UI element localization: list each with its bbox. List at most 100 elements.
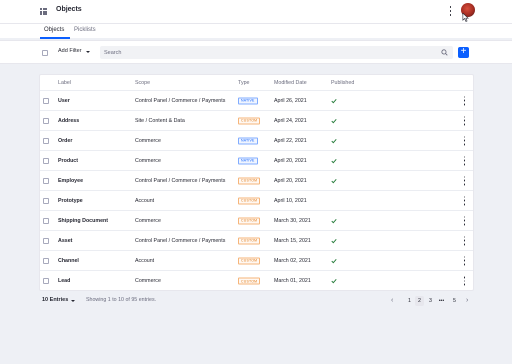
published-check-icon <box>331 138 337 144</box>
row-actions-icon[interactable] <box>463 276 466 286</box>
modified-date: April 20, 2021 <box>274 177 307 184</box>
chevron-right-icon[interactable]: › <box>466 297 468 305</box>
type-badge: CUSTOM <box>238 117 261 124</box>
mouse-pointer-icon <box>462 13 469 22</box>
object-label[interactable]: Lead <box>58 278 70 284</box>
row-actions-icon[interactable] <box>463 156 466 165</box>
object-label[interactable]: Product <box>58 158 78 164</box>
row-actions-icon[interactable] <box>463 116 466 125</box>
row-actions-icon[interactable] <box>463 196 466 205</box>
object-label[interactable]: Address <box>58 118 79 124</box>
row-actions-icon[interactable] <box>463 216 466 225</box>
chevron-down-icon <box>71 299 75 302</box>
row-checkbox[interactable] <box>43 217 49 224</box>
row-checkbox[interactable] <box>43 97 49 104</box>
header-modified-date[interactable]: Modified Date <box>274 80 307 86</box>
object-scope: Site / Content & Data <box>135 117 185 124</box>
page-1-button[interactable]: 1 <box>405 296 414 306</box>
object-label[interactable]: Employee <box>58 178 83 184</box>
table-row[interactable]: Product Commerce NATIVE April 20, 2021 <box>40 151 473 171</box>
table-row[interactable]: Employee Control Panel / Commerce / Payme… <box>40 171 473 191</box>
search-icon[interactable] <box>441 49 448 56</box>
row-actions-icon[interactable] <box>463 96 466 105</box>
object-scope: Control Panel / Commerce / Payments <box>135 177 226 184</box>
published-check-icon <box>331 98 337 104</box>
modified-date: March 01, 2021 <box>274 278 311 284</box>
header-scope[interactable]: Scope <box>135 80 150 86</box>
page-5-button[interactable]: 5 <box>450 296 459 306</box>
object-label[interactable]: Asset <box>58 238 72 244</box>
active-tab-indicator <box>40 37 70 39</box>
row-checkbox[interactable] <box>43 237 49 244</box>
page-3-button[interactable]: 3 <box>426 296 435 306</box>
object-scope: Commerce <box>135 278 161 284</box>
add-object-button[interactable]: + <box>458 47 469 58</box>
modified-date: March 30, 2021 <box>274 217 311 224</box>
add-filter-button[interactable]: Add Filter <box>58 48 82 54</box>
header-type[interactable]: Type <box>238 80 249 86</box>
tab-picklists[interactable]: Picklists <box>74 27 96 33</box>
type-badge: CUSTOM <box>238 197 261 204</box>
row-actions-icon[interactable] <box>463 136 466 145</box>
object-scope: Commerce <box>135 137 161 144</box>
table-row[interactable]: Address Site / Content & Data CUSTOM April … <box>40 111 473 131</box>
modified-date: April 20, 2021 <box>274 157 307 164</box>
type-badge: CUSTOM <box>238 237 261 244</box>
object-label[interactable]: Shipping Document <box>58 218 108 224</box>
published-check-icon <box>331 278 337 284</box>
table-row[interactable]: Channel Account CUSTOM March 02, 2021 <box>40 251 473 271</box>
object-label[interactable]: Order <box>58 138 72 144</box>
table-header-row: Label Scope Type Modified Date Published <box>40 75 473 91</box>
select-all-checkbox[interactable] <box>42 50 48 56</box>
table-row[interactable]: Lead Commerce CUSTOM March 01, 2021 <box>40 271 473 291</box>
page-title: Objects <box>56 6 82 13</box>
modified-date: April 26, 2021 <box>274 97 307 104</box>
row-actions-icon[interactable] <box>463 176 466 185</box>
management-toolbar: Add Filter + <box>0 40 512 64</box>
object-label[interactable]: User <box>58 98 70 104</box>
tab-objects[interactable]: Objects <box>44 27 64 33</box>
modified-date: April 10, 2021 <box>274 197 307 204</box>
object-scope: Commerce <box>135 217 161 224</box>
object-label[interactable]: Prototype <box>58 198 83 204</box>
header-label[interactable]: Label <box>58 80 71 86</box>
type-badge-label: CUSTOM <box>238 217 261 224</box>
row-checkbox[interactable] <box>43 117 49 124</box>
object-scope: Control Panel / Commerce / Payments <box>135 237 226 244</box>
modified-date: March 15, 2021 <box>274 237 311 244</box>
header-published[interactable]: Published <box>331 80 354 86</box>
object-scope: Account <box>135 257 155 264</box>
type-badge: CUSTOM <box>238 277 261 285</box>
type-badge-label: CUSTOM <box>238 197 261 204</box>
table-row[interactable]: Prototype Account CUSTOM April 10, 2021 <box>40 191 473 211</box>
chevron-left-icon[interactable]: ‹ <box>391 297 393 305</box>
modified-date: April 22, 2021 <box>274 137 307 144</box>
row-actions-icon[interactable] <box>463 236 466 245</box>
type-badge-label: CUSTOM <box>238 117 261 124</box>
table-row[interactable]: User Control Panel / Commerce / Payments N… <box>40 91 473 111</box>
row-checkbox[interactable] <box>43 137 49 144</box>
tab-bar: Objects Picklists <box>0 24 512 38</box>
search-input[interactable] <box>104 48 424 57</box>
page-2-button[interactable]: 2 <box>415 296 424 306</box>
search-bar <box>100 46 453 59</box>
row-checkbox[interactable] <box>43 157 49 164</box>
row-checkbox[interactable] <box>43 177 49 184</box>
table-row[interactable]: Asset Control Panel / Commerce / Payments… <box>40 231 473 251</box>
pagination-ellipsis[interactable]: ••• <box>437 296 446 306</box>
row-actions-icon[interactable] <box>463 256 466 265</box>
apps-grid-icon[interactable] <box>40 8 47 15</box>
object-label[interactable]: Channel <box>58 258 79 264</box>
table-row[interactable]: Order Commerce NATIVE April 22, 2021 <box>40 131 473 151</box>
object-scope: Account <box>135 197 155 204</box>
modified-date: April 24, 2021 <box>274 117 307 124</box>
type-badge-label: NATIVE <box>238 137 258 144</box>
entries-per-page-button[interactable]: 10 Entries <box>42 297 68 303</box>
vertical-ellipsis-icon[interactable] <box>449 6 452 16</box>
table-row[interactable]: Shipping Document Commerce CUSTOM March 30,… <box>40 211 473 231</box>
type-badge-label: CUSTOM <box>238 237 261 244</box>
row-checkbox[interactable] <box>43 278 49 284</box>
row-checkbox[interactable] <box>43 257 49 264</box>
published-check-icon <box>331 218 337 224</box>
row-checkbox[interactable] <box>43 197 49 204</box>
